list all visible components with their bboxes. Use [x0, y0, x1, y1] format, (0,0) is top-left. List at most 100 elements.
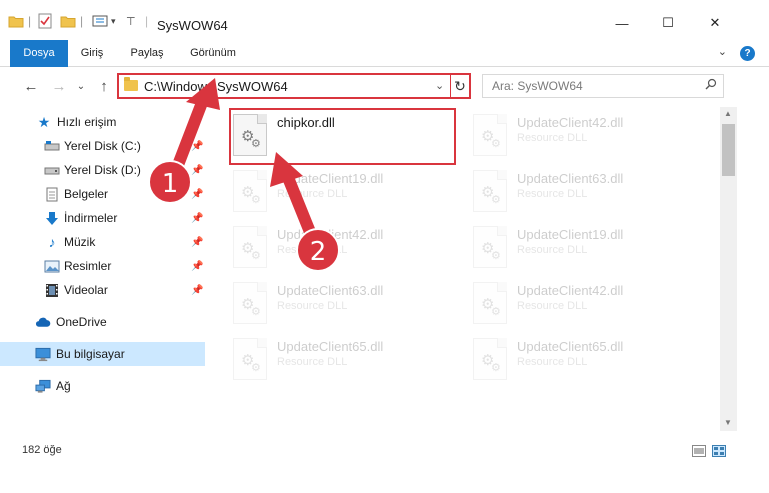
- drive-icon: [44, 138, 60, 154]
- computer-icon: [35, 346, 51, 362]
- dll-file-icon: ⚙ ⚙: [233, 282, 267, 324]
- sidebar-item-local-disk-c[interactable]: Yerel Disk (C:) 📌: [0, 134, 205, 158]
- sidebar-item-label: Ağ: [56, 379, 71, 393]
- sidebar-item-label: Videolar: [64, 283, 108, 297]
- chevron-down-icon[interactable]: ⌄: [435, 79, 444, 92]
- close-button[interactable]: ✕: [695, 10, 735, 36]
- address-path[interactable]: C:\Windows\SysWOW64: [144, 79, 288, 94]
- address-bar[interactable]: C:\Windows\SysWOW64 ⌄ ↻: [117, 73, 471, 99]
- expand-ribbon-icon[interactable]: ⌄: [718, 45, 727, 58]
- file-item[interactable]: ⚙ ⚙ UpdateClient19.dll Resource DLL: [229, 166, 449, 220]
- tab-view[interactable]: Görünüm: [180, 40, 246, 67]
- sidebar-item-label: Yerel Disk (D:): [64, 163, 141, 177]
- new-folder-icon[interactable]: [60, 12, 76, 30]
- sidebar-item-downloads[interactable]: İndirmeler 📌: [0, 206, 205, 230]
- sidebar-item-quick-access[interactable]: ★ Hızlı erişim: [0, 110, 205, 134]
- scroll-up-icon[interactable]: ▲: [724, 109, 732, 118]
- tab-file[interactable]: Dosya: [10, 40, 68, 67]
- music-icon: ♪: [48, 234, 56, 250]
- file-name: UpdateClient63.dll: [517, 171, 624, 186]
- large-icons-view-icon[interactable]: [712, 445, 726, 457]
- file-name: UpdateClient19.dll: [277, 171, 384, 186]
- search-box[interactable]: Ara: SysWOW64: [482, 74, 724, 98]
- window-title: SysWOW64: [157, 18, 228, 33]
- pin-icon[interactable]: 📌: [191, 237, 203, 248]
- pin-icon[interactable]: 📌: [191, 261, 203, 272]
- file-item[interactable]: ⚙ ⚙ UpdateClient65.dll Resource DLL: [229, 334, 449, 388]
- item-count: 182 öğe: [22, 444, 62, 456]
- dll-file-icon: ⚙ ⚙: [233, 226, 267, 268]
- dll-file-icon: ⚙ ⚙: [233, 338, 267, 380]
- network-icon: [35, 378, 51, 394]
- file-type: Resource DLL: [277, 300, 348, 312]
- sidebar-item-label: Resimler: [64, 259, 112, 273]
- sidebar-item-label: Yerel Disk (C:): [64, 139, 141, 153]
- vertical-scrollbar[interactable]: ▲ ▼: [720, 107, 737, 431]
- file-name: UpdateClient19.dll: [517, 227, 624, 242]
- file-type: Resource DLL: [517, 132, 588, 144]
- scroll-down-icon[interactable]: ▼: [724, 418, 732, 427]
- sidebar-item-label: Müzik: [64, 235, 96, 249]
- separator: |: [80, 14, 84, 28]
- pin-icon[interactable]: 📌: [191, 213, 203, 224]
- chevron-down-icon[interactable]: ▾: [111, 12, 116, 30]
- recent-locations-icon[interactable]: ⌄: [70, 75, 92, 97]
- gear-icon: ⚙: [251, 362, 261, 374]
- sidebar-item-videos[interactable]: Videolar 📌: [0, 278, 205, 302]
- maximize-button[interactable]: ☐: [648, 10, 688, 36]
- sidebar-item-this-pc[interactable]: Bu bilgisayar: [0, 342, 205, 366]
- folder-icon: [124, 77, 138, 91]
- sidebar-item-onedrive[interactable]: OneDrive: [0, 310, 205, 334]
- pin-icon[interactable]: 📌: [191, 141, 203, 152]
- dll-file-icon: ⚙ ⚙: [473, 170, 507, 212]
- properties-icon[interactable]: [38, 12, 52, 30]
- file-type: Resource DLL: [517, 356, 588, 368]
- sidebar-item-network[interactable]: Ağ: [0, 374, 205, 398]
- file-name: UpdateClient42.dll: [517, 283, 624, 298]
- minimize-button[interactable]: —: [602, 10, 642, 36]
- sidebar-item-label: İndirmeler: [64, 211, 118, 225]
- tab-home[interactable]: Giriş: [70, 40, 114, 67]
- file-item[interactable]: ⚙ ⚙ UpdateClient65.dll Resource DLL: [469, 334, 689, 388]
- video-icon: [44, 282, 60, 298]
- dll-file-icon: ⚙ ⚙: [473, 282, 507, 324]
- details-view-icon[interactable]: [692, 445, 706, 457]
- pin-icon[interactable]: 📌: [191, 189, 203, 200]
- file-item[interactable]: ⚙ ⚙ UpdateClient63.dll Resource DLL: [229, 278, 449, 332]
- help-icon[interactable]: ?: [740, 46, 755, 61]
- navigation-pane: ★ Hızlı erişim Yerel Disk (C:) 📌 Yerel D…: [0, 107, 205, 431]
- refresh-button[interactable]: ↻: [450, 75, 469, 97]
- folder-icon[interactable]: [8, 12, 24, 30]
- file-type: Resource DLL: [517, 244, 588, 256]
- step-2-badge: 2: [296, 228, 340, 272]
- back-button[interactable]: ←: [20, 75, 42, 97]
- up-button[interactable]: ↑: [93, 75, 115, 97]
- gear-icon: ⚙: [491, 194, 501, 206]
- customize-toolbar-icon[interactable]: ⊤: [126, 12, 136, 30]
- file-item[interactable]: ⚙ ⚙ UpdateClient63.dll Resource DLL: [469, 166, 689, 220]
- separator: |: [145, 14, 149, 28]
- pin-icon[interactable]: 📌: [191, 285, 203, 296]
- search-input[interactable]: Ara: SysWOW64: [492, 79, 583, 93]
- gear-icon: ⚙: [251, 194, 261, 206]
- separator: |: [28, 14, 32, 28]
- navigation-bar: ← → ⌄ ↑ C:\Windows\SysWOW64 ⌄ ↻ Ara: Sys…: [0, 67, 769, 105]
- pin-icon[interactable]: 📌: [191, 165, 203, 176]
- sidebar-item-music[interactable]: ♪ Müzik 📌: [0, 230, 205, 254]
- dll-file-icon: ⚙ ⚙: [473, 226, 507, 268]
- tab-share[interactable]: Paylaş: [123, 40, 171, 67]
- sidebar-item-pictures[interactable]: Resimler 📌: [0, 254, 205, 278]
- gear-icon: ⚙: [491, 306, 501, 318]
- forward-button[interactable]: →: [48, 75, 70, 97]
- search-icon: [705, 78, 717, 93]
- file-name: UpdateClient65.dll: [517, 339, 624, 354]
- file-item[interactable]: ⚙⚙ UpdateClient42.dll Resource DLL: [469, 110, 689, 164]
- scrollbar-thumb[interactable]: [722, 124, 735, 176]
- file-item[interactable]: ⚙⚙ UpdateClient42.dll Resource DLL: [469, 278, 689, 332]
- gear-icon: ⚙: [251, 306, 261, 318]
- file-type: Resource DLL: [277, 356, 348, 368]
- file-item[interactable]: ⚙ ⚙ UpdateClient19.dll Resource DLL: [469, 222, 689, 276]
- quick-access-toolbar-icon[interactable]: [92, 12, 108, 30]
- file-name: UpdateClient42.dll: [517, 115, 624, 130]
- gear-icon: ⚙: [491, 362, 501, 374]
